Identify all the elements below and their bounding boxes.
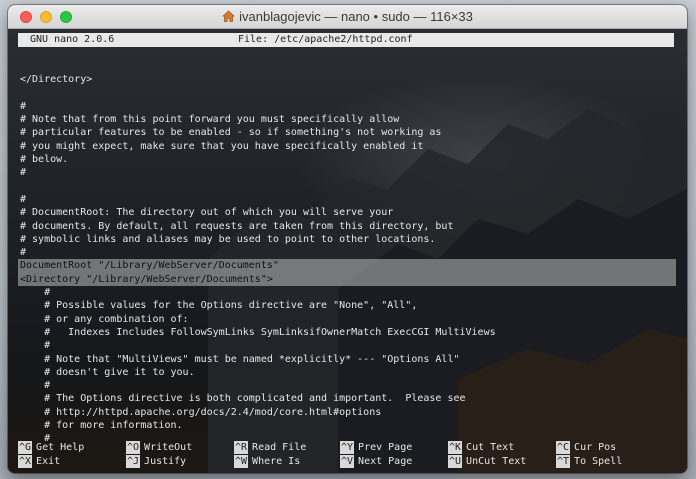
editor-line[interactable]: # for more information.	[20, 419, 680, 432]
shortcut-prev-page: ^Y Prev Page	[340, 441, 412, 454]
shortcut-key: ^O	[126, 441, 141, 454]
shortcut-cur-pos: ^C Cur Pos	[556, 441, 616, 454]
editor-line[interactable]: # or any combination of:	[20, 313, 680, 326]
nano-filename: File: /etc/apache2/httpd.conf	[238, 34, 413, 45]
shortcut-key: ^C	[556, 441, 571, 454]
shortcut-label: Prev Page	[358, 442, 413, 453]
editor-line-selected[interactable]: DocumentRoot "/Library/WebServer/Documen…	[18, 259, 676, 273]
title-bar[interactable]: ivanblagojevic — nano • sudo — 116×33	[8, 5, 687, 29]
shortcut-justify: ^J Justify	[126, 455, 186, 468]
editor-line[interactable]: # below.	[20, 153, 680, 166]
editor-line[interactable]: # Note that "MultiViews" must be named *…	[20, 353, 680, 366]
shortcut-key: ^V	[340, 455, 355, 468]
shortcut-exit: ^X Exit	[18, 455, 60, 468]
shortcut-key: ^G	[18, 441, 33, 454]
editor-line[interactable]: # you might expect, make sure that you h…	[20, 140, 680, 153]
shortcut-label: Next Page	[358, 456, 413, 467]
window-title-area: ivanblagojevic — nano • sudo — 116×33	[8, 5, 687, 29]
editor-line[interactable]: # Possible values for the Options direct…	[20, 299, 680, 312]
shortcut-label: UnCut Text	[466, 456, 527, 467]
editor-line[interactable]: #	[20, 286, 680, 299]
editor-buffer[interactable]: </Directory> # # Note that from this point…	[18, 60, 680, 446]
shortcut-key: ^K	[448, 441, 463, 454]
shortcut-label: WriteOut	[144, 442, 193, 453]
shortcut-key: ^J	[126, 455, 141, 468]
editor-line[interactable]: # particular features to be enabled - so…	[20, 126, 680, 139]
shortcut-label: Cut Text	[466, 442, 515, 453]
shortcut-cut-text: ^K Cut Text	[448, 441, 514, 454]
editor-line[interactable]: #	[20, 193, 680, 206]
editor-line[interactable]: # http://httpd.apache.org/docs/2.4/mod/c…	[20, 406, 680, 419]
editor-line[interactable]: # doesn't give it to you.	[20, 366, 680, 379]
shortcut-uncut-text: ^U UnCut Text	[448, 455, 526, 468]
shortcut-label: Exit	[36, 456, 61, 467]
editor-line[interactable]: </Directory>	[20, 73, 680, 86]
editor-line[interactable]: # Indexes Includes FollowSymLinks SymLin…	[20, 326, 680, 339]
editor-line[interactable]	[20, 180, 680, 193]
editor-line[interactable]: # DocumentRoot: The directory out of whi…	[20, 206, 680, 219]
shortcut-key: ^T	[556, 455, 571, 468]
editor-line[interactable]: #	[20, 379, 680, 392]
shortcut-label: Cur Pos	[574, 442, 617, 453]
shortcut-key: ^Y	[340, 441, 355, 454]
shortcut-read-file: ^R Read File	[234, 441, 306, 454]
editor-line[interactable]: #	[20, 166, 680, 179]
home-icon	[222, 10, 235, 22]
terminal-window: ivanblagojevic — nano • sudo — 116×33 GN…	[8, 5, 687, 473]
editor-line-selected[interactable]: <Directory "/Library/WebServer/Documents…	[18, 272, 676, 287]
editor-line[interactable]: #	[20, 100, 680, 113]
shortcut-key: ^R	[234, 441, 249, 454]
shortcut-to-spell: ^T To Spell	[556, 455, 622, 468]
shortcut-key: ^X	[18, 455, 33, 468]
shortcut-bar: ^G Get Help ^O WriteOut ^R Read File ^Y Prev Pa…	[18, 441, 678, 471]
shortcut-label: To Spell	[574, 456, 623, 467]
shortcut-key: ^U	[448, 455, 463, 468]
editor-line[interactable]: # documents. By default, all requests ar…	[20, 220, 680, 233]
editor-line[interactable]: # The Options directive is both complica…	[20, 392, 680, 405]
shortcut-label: Justify	[144, 456, 187, 467]
editor-line[interactable]	[20, 60, 680, 73]
shortcut-label: Read File	[252, 442, 307, 453]
shortcut-label: Where Is	[252, 456, 301, 467]
terminal-content[interactable]: GNU nano 2.0.6 File: /etc/apache2/httpd.…	[8, 29, 687, 473]
shortcut-where-is: ^W Where Is	[234, 455, 300, 468]
nano-version: GNU nano 2.0.6	[30, 34, 115, 45]
editor-line[interactable]: # symbolic links and aliases may be used…	[20, 233, 680, 246]
nano-header: GNU nano 2.0.6 File: /etc/apache2/httpd.…	[18, 33, 674, 47]
shortcut-writeout: ^O WriteOut	[126, 441, 192, 454]
editor-line[interactable]	[20, 87, 680, 100]
editor-line[interactable]: # Note that from this point forward you …	[20, 113, 680, 126]
editor-line[interactable]: #	[20, 339, 680, 352]
shortcut-get-help: ^G Get Help	[18, 441, 84, 454]
editor-line[interactable]: #	[20, 246, 680, 259]
shortcut-key: ^W	[234, 455, 249, 468]
shortcut-next-page: ^V Next Page	[340, 455, 412, 468]
window-title: ivanblagojevic — nano • sudo — 116×33	[239, 9, 473, 24]
shortcut-label: Get Help	[36, 442, 85, 453]
